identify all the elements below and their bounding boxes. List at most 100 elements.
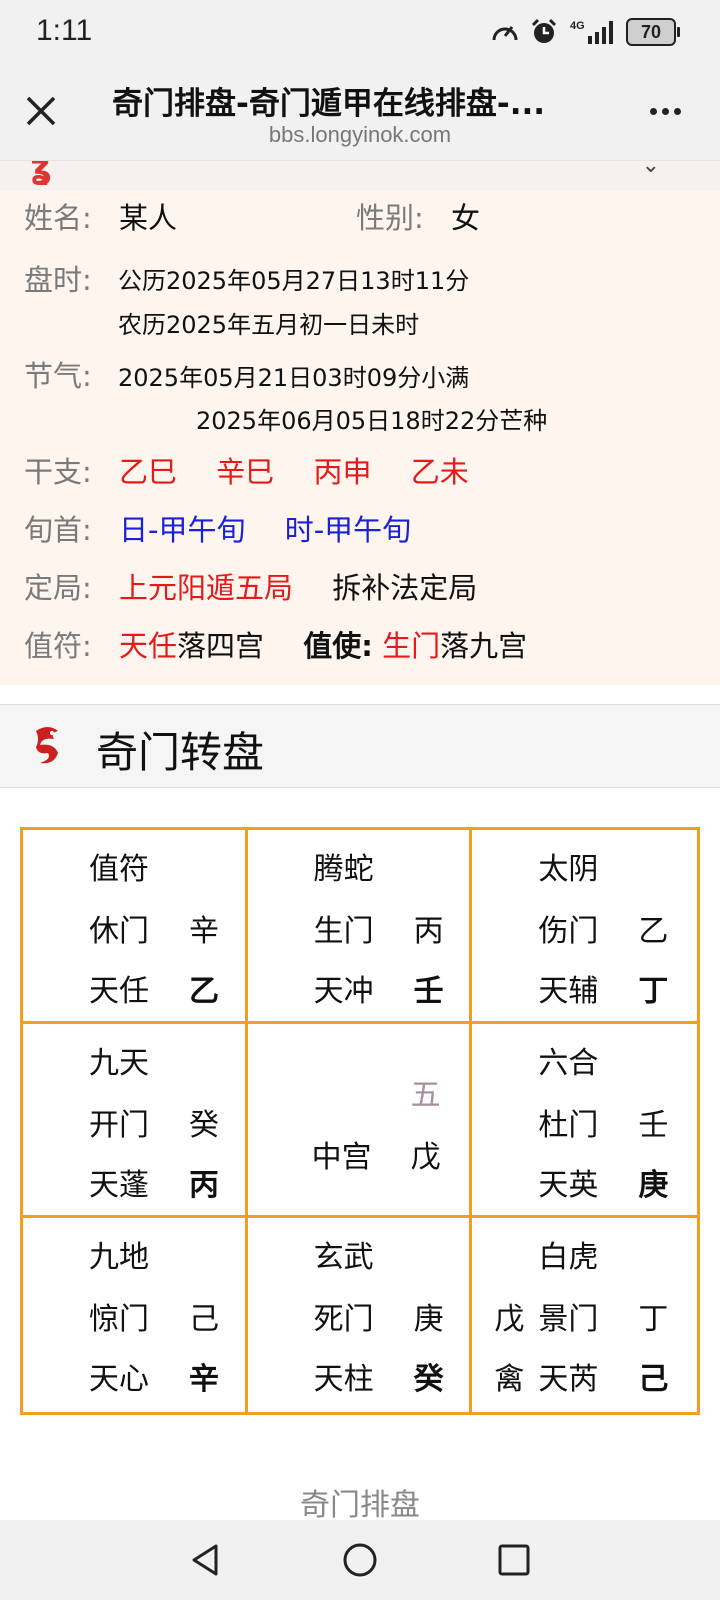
qimen-section-header: 奇门转盘 <box>0 704 720 788</box>
star-stem: 庚 <box>638 1168 669 1203</box>
door-prefix: 戊 <box>494 1302 525 1337</box>
dingju-row: 定局: 上元阳遁五局 拆补法定局 <box>24 565 477 607</box>
dragon-logo-icon <box>36 727 58 764</box>
door-name: 生门 <box>313 914 374 949</box>
page-url: bbs.longyinok.com <box>268 122 452 147</box>
god-name: 值符 <box>89 852 149 887</box>
footer-link[interactable]: 奇门排盘 <box>0 1480 720 1524</box>
door-stem: 辛 <box>189 914 219 949</box>
door-stem: 癸 <box>189 1108 219 1143</box>
door-name: 死门 <box>313 1302 374 1337</box>
browser-header: 奇门排盘-奇门遁甲在线排盘-... bbs.longyinok.com <box>0 70 720 161</box>
jieqi-2: 2025年06月05日18时22分芒种 <box>196 407 548 435</box>
ganzhi-month: 辛巳 <box>216 455 275 489</box>
alarm-icon <box>531 18 557 43</box>
zhifu-row: 值符: 天任落四宫 值使: 生门落九宫 <box>24 623 527 665</box>
basic-info-panel: ʓ ⌄ 姓名: 某人 性别: 女 盘时: 公历2025年05月27日13时11分… <box>0 161 720 685</box>
star-stem: 己 <box>638 1362 669 1397</box>
door-stem: 己 <box>189 1302 219 1337</box>
status-time: 1:11 <box>36 14 93 47</box>
section-title: 奇门转盘 <box>96 728 265 777</box>
system-nav-bar <box>0 1520 720 1600</box>
door-stem: 庚 <box>413 1302 444 1337</box>
god-name: 玄武 <box>313 1240 374 1275</box>
door-stem: 乙 <box>638 914 669 949</box>
palace-cell: 六合 杜门 壬 天英 庚 <box>472 1024 697 1218</box>
gender-row: 性别: 女 <box>356 195 480 237</box>
center-number: 五 <box>410 1078 441 1113</box>
star-stem: 癸 <box>413 1362 444 1397</box>
palace-cell: 白虎 戊 景门 丁 禽 天芮 己 <box>472 1218 697 1412</box>
jieqi-1: 2025年05月21日03时09分小满 <box>118 364 470 392</box>
god-name: 九地 <box>89 1240 149 1275</box>
center-stem: 戊 <box>410 1140 441 1175</box>
time-label: 盘时: <box>24 263 92 297</box>
center-palace-cell: 五 中宫 戊 <box>247 1024 473 1218</box>
star-name: 天蓬 <box>89 1168 149 1203</box>
star-stem: 丙 <box>189 1168 219 1203</box>
door-name: 开门 <box>89 1108 149 1143</box>
ganzhi-year: 乙巳 <box>119 455 178 489</box>
star-name: 天任 <box>89 974 149 1009</box>
recents-icon[interactable] <box>494 1540 534 1580</box>
door-name: 惊门 <box>89 1302 149 1337</box>
door-name: 休门 <box>89 914 149 949</box>
ganzhi-hour: 乙未 <box>410 455 469 489</box>
door-stem: 丙 <box>413 914 444 949</box>
speed-meter-icon <box>492 26 518 41</box>
god-name: 腾蛇 <box>313 852 374 887</box>
gender-value: 女 <box>451 201 481 235</box>
star-name: 天英 <box>538 1168 599 1203</box>
signal-4g-icon: 4G <box>570 20 613 44</box>
xunshou-hour: 时-甲午旬 <box>284 513 412 547</box>
star-name: 天辅 <box>538 974 599 1009</box>
zhishi-palace: 落九宫 <box>440 629 528 663</box>
time-solar: 公历2025年05月27日13时11分 <box>118 267 470 295</box>
ganzhi-day: 丙申 <box>313 455 372 489</box>
palace-cell: 太阴 伤门 乙 天辅 丁 <box>472 830 697 1024</box>
door-name: 景门 <box>538 1302 599 1337</box>
god-name: 白虎 <box>538 1240 599 1275</box>
svg-text:4G: 4G <box>570 20 585 32</box>
status-icons: 4G 70 <box>490 18 680 46</box>
home-icon[interactable] <box>340 1540 380 1580</box>
star-name: 天柱 <box>313 1362 374 1397</box>
time-lunar: 农历2025年五月初一日未时 <box>118 311 420 339</box>
jieqi-label: 节气: <box>24 359 92 393</box>
zhishi-label: 值使: <box>303 629 373 663</box>
palace-cell: 九地 惊门 己 天心 辛 <box>23 1218 248 1412</box>
star-stem: 辛 <box>189 1362 219 1397</box>
door-stem: 壬 <box>638 1108 669 1143</box>
star-name: 天冲 <box>313 974 374 1009</box>
zhifu-palace: 落四宫 <box>177 629 265 663</box>
god-name: 六合 <box>538 1046 599 1081</box>
back-icon[interactable] <box>186 1540 226 1580</box>
battery-indicator: 70 <box>626 18 680 46</box>
status-bar: 1:11 4G 70 <box>0 0 720 70</box>
door-stem: 丁 <box>638 1302 669 1337</box>
name-label: 姓名: <box>24 201 92 235</box>
more-options-icon[interactable] <box>650 100 690 120</box>
gender-label: 性别: <box>356 201 424 235</box>
palace-cell: 腾蛇 生门 丙 天冲 壬 <box>247 830 473 1024</box>
god-name: 九天 <box>89 1046 149 1081</box>
star-stem: 壬 <box>413 974 444 1009</box>
star-stem: 丁 <box>638 974 669 1009</box>
god-name: 太阴 <box>538 852 599 887</box>
ganzhi-label: 干支: <box>24 455 92 489</box>
basic-info-header-partial: ʓ ⌄ <box>0 161 720 190</box>
chevron-icon[interactable]: ⌄ <box>642 161 660 178</box>
palace-cell: 玄武 死门 庚 天柱 癸 <box>248 1218 473 1412</box>
dingju-label: 定局: <box>24 571 92 605</box>
xunshou-label: 旬首: <box>24 513 92 547</box>
name-row: 姓名: 某人 <box>24 195 177 237</box>
page-title: 奇门排盘-奇门遁甲在线排盘-... <box>112 86 546 122</box>
star-prefix: 禽 <box>494 1362 525 1397</box>
star-name: 天芮 <box>538 1362 599 1397</box>
star-stem: 乙 <box>189 974 219 1009</box>
palace-cell: 值符 休门 辛 天任 乙 <box>23 830 248 1024</box>
dingju-method: 拆补法定局 <box>332 571 478 605</box>
zhifu-label: 值符: <box>24 629 92 663</box>
star-name: 天心 <box>89 1362 149 1397</box>
zhishi-door: 生门 <box>382 629 441 663</box>
